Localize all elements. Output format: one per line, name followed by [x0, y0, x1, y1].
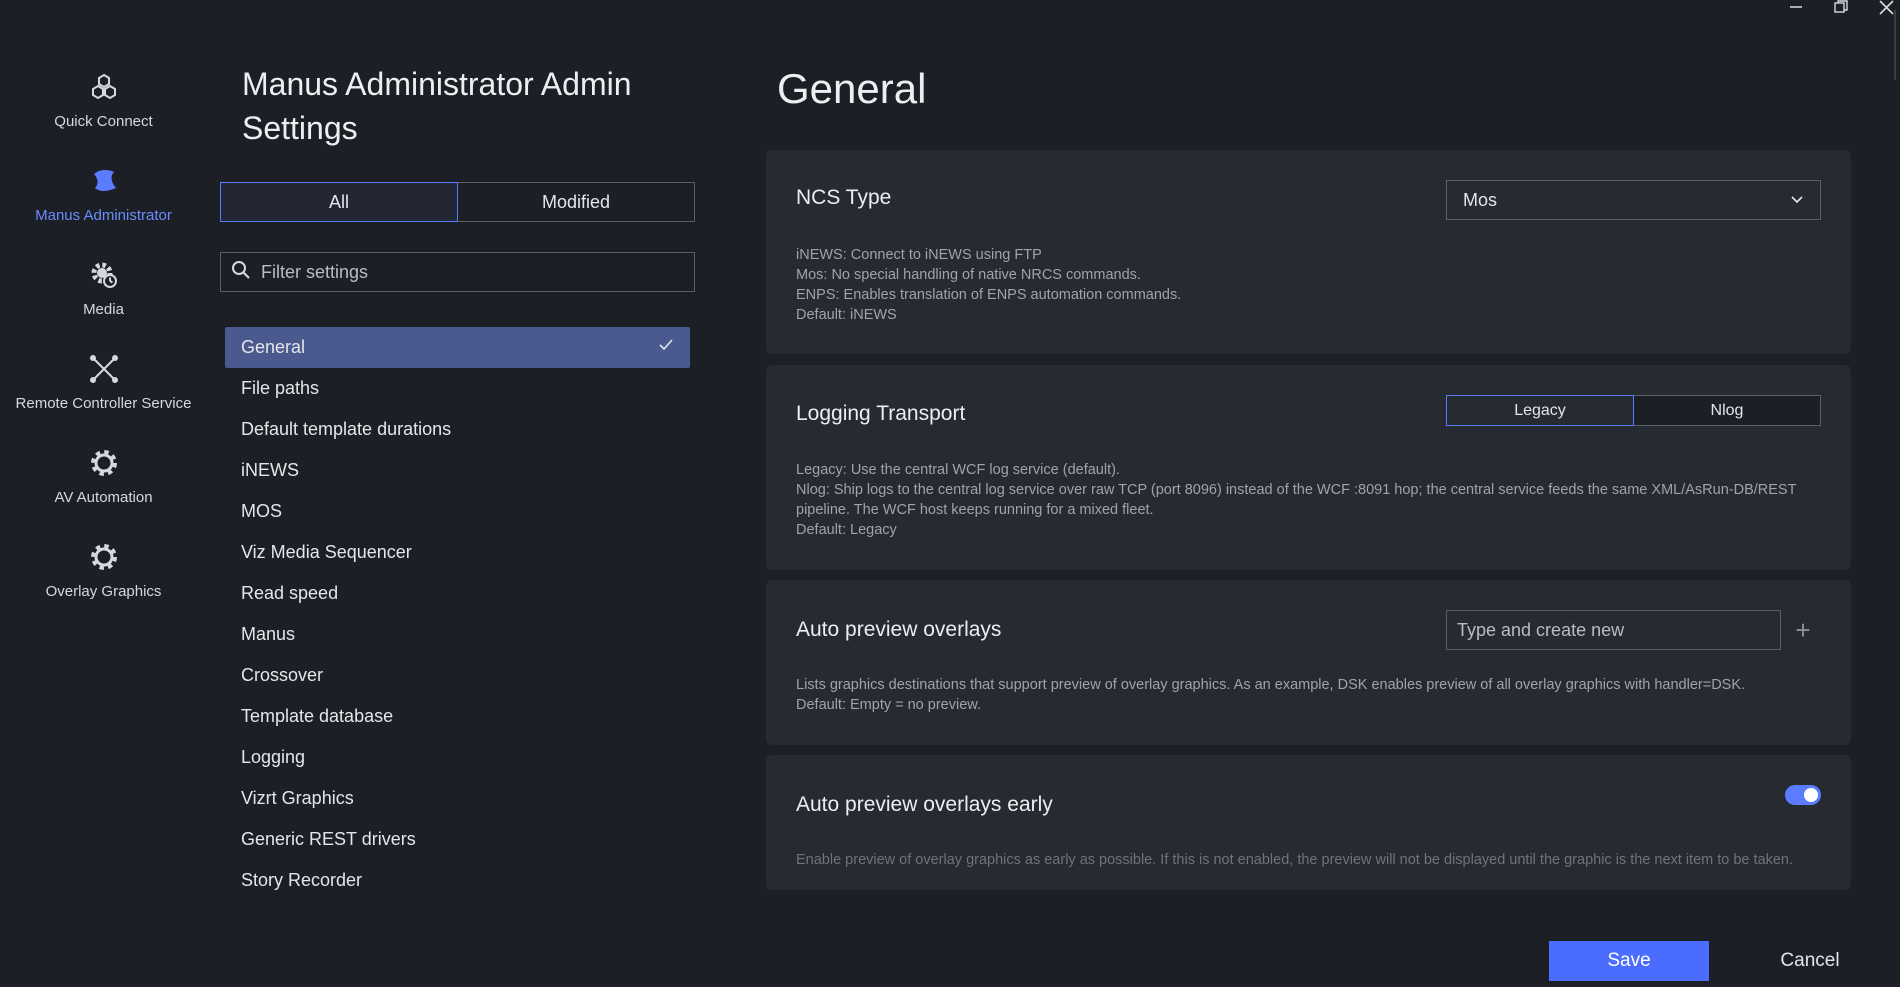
desc-line: Default: iNEWS	[796, 307, 897, 323]
cancel-button[interactable]: Cancel	[1760, 941, 1860, 981]
search-input[interactable]	[261, 261, 681, 283]
search-icon	[231, 260, 251, 285]
app-nav: Quick Connect Manus Administrator Media …	[0, 70, 207, 634]
filter-box	[220, 252, 695, 292]
setting-description: iNEWS: Connect to iNEWS using FTP Mos: N…	[796, 245, 1821, 325]
tab-all[interactable]: All	[220, 182, 458, 222]
setting-ncs-type: NCS Type Mos iNEWS: Connect to iNEWS usi…	[766, 150, 1851, 354]
tab-modified[interactable]: Modified	[458, 182, 695, 222]
category-label: Viz Media Sequencer	[241, 542, 412, 562]
category-inews[interactable]: iNEWS	[225, 450, 690, 491]
desc-line: Lists graphics destinations that support…	[796, 677, 1746, 693]
setting-logging-transport: Logging Transport Legacy Nlog Legacy: Us…	[766, 365, 1851, 570]
tag-input[interactable]	[1457, 619, 1767, 641]
category-crossover[interactable]: Crossover	[225, 655, 690, 696]
category-label: Logging	[241, 747, 306, 767]
toggle-knob	[1804, 788, 1818, 802]
category-story-recorder[interactable]: Story Recorder	[225, 860, 690, 901]
page-title: Manus Administrator Admin Settings	[242, 66, 632, 146]
nav-label: Remote Controller Service	[15, 395, 192, 412]
desc-line: Default: Empty = no preview.	[796, 697, 981, 713]
category-logging[interactable]: Logging	[225, 737, 690, 778]
option-nlog[interactable]: Nlog	[1634, 395, 1821, 426]
category-manus[interactable]: Manus	[225, 614, 690, 655]
nav-label: Quick Connect	[54, 113, 153, 130]
category-label: Vizrt Graphics	[241, 788, 354, 808]
category-label: MOS	[241, 501, 283, 521]
filter-toggle: All Modified	[220, 182, 695, 222]
nav-item-overlay-graphics[interactable]: Overlay Graphics	[0, 540, 207, 634]
nav-item-quick-connect[interactable]: Quick Connect	[0, 70, 207, 164]
media-gear-icon	[87, 258, 121, 292]
overlay-graphics-gear-icon	[87, 540, 121, 574]
logging-transport-toggle: Legacy Nlog	[1446, 395, 1821, 426]
nav-label: Media	[83, 301, 124, 318]
setting-title: Auto preview overlays	[796, 618, 1002, 641]
setting-description: Lists graphics destinations that support…	[796, 675, 1821, 715]
save-button[interactable]: Save	[1549, 941, 1709, 981]
category-default-template-durations[interactable]: Default template durations	[225, 409, 690, 450]
category-label: General	[241, 337, 306, 357]
check-icon	[658, 337, 674, 358]
category-label: Read speed	[241, 583, 339, 603]
app-window: Quick Connect Manus Administrator Media …	[0, 0, 1900, 987]
setting-auto-preview-overlays-early: Auto preview overlays early Enable previ…	[766, 755, 1851, 890]
add-icon[interactable]: +	[1793, 617, 1813, 643]
category-generic-rest-drivers[interactable]: Generic REST drivers	[225, 819, 690, 860]
av-automation-gear-icon	[87, 446, 121, 480]
option-legacy[interactable]: Legacy	[1446, 395, 1634, 426]
nav-label: Manus Administrator	[35, 207, 172, 224]
desc-line: Legacy: Use the central WCF log service …	[796, 462, 1120, 478]
category-label: Generic REST drivers	[241, 829, 416, 849]
nav-item-av-automation[interactable]: AV Automation	[0, 446, 207, 540]
category-label: iNEWS	[241, 460, 299, 480]
minimize-icon[interactable]	[1778, 0, 1814, 14]
desc-line: Mos: No special handling of native NRCS …	[796, 267, 1141, 283]
restore-icon[interactable]	[1823, 0, 1859, 14]
nav-item-manus-administrator[interactable]: Manus Administrator	[0, 164, 207, 258]
desc-line: Nlog: Ship logs to the central log servi…	[796, 482, 1797, 518]
category-label: Story Recorder	[241, 870, 363, 890]
category-label: Template database	[241, 706, 394, 726]
manus-administrator-icon	[87, 164, 121, 198]
setting-description: Enable preview of overlay graphics as ea…	[796, 852, 1794, 868]
nav-item-remote-controller-service[interactable]: Remote Controller Service	[0, 352, 207, 446]
category-file-paths[interactable]: File paths	[225, 368, 690, 409]
setting-auto-preview-overlays: Auto preview overlays + Lists graphics d…	[766, 580, 1851, 745]
category-list: General File paths Default template dura…	[225, 327, 690, 901]
desc-line: iNEWS: Connect to iNEWS using FTP	[796, 247, 1042, 263]
category-label: File paths	[241, 378, 320, 398]
chevron-down-icon	[1790, 190, 1804, 211]
desc-line: ENPS: Enables translation of ENPS automa…	[796, 287, 1182, 303]
category-vizrt-graphics[interactable]: Vizrt Graphics	[225, 778, 690, 819]
desc-line: Default: Legacy	[796, 522, 897, 538]
nav-label: Overlay Graphics	[45, 583, 162, 600]
category-read-speed[interactable]: Read speed	[225, 573, 690, 614]
dropdown-value: Mos	[1463, 189, 1498, 210]
category-mos[interactable]: MOS	[225, 491, 690, 532]
remote-controller-icon	[87, 352, 121, 386]
scrollbar[interactable]	[1894, 10, 1896, 80]
category-label: Manus	[241, 624, 296, 644]
setting-title: Logging Transport	[796, 402, 966, 425]
nav-item-media[interactable]: Media	[0, 258, 207, 352]
setting-description: Legacy: Use the central WCF log service …	[796, 460, 1821, 540]
setting-title: NCS Type	[796, 186, 892, 209]
category-general[interactable]: General	[225, 327, 690, 368]
section-title: General	[777, 65, 927, 112]
setting-title: Auto preview overlays early	[796, 793, 1053, 816]
quick-connect-icon	[87, 70, 121, 104]
toggle-switch[interactable]	[1785, 785, 1821, 805]
category-label: Default template durations	[241, 419, 452, 439]
category-template-database[interactable]: Template database	[225, 696, 690, 737]
nav-label: AV Automation	[54, 489, 153, 506]
category-label: Crossover	[241, 665, 324, 685]
ncs-type-dropdown[interactable]: Mos	[1446, 180, 1821, 220]
tag-input-box	[1446, 610, 1781, 650]
category-viz-media-sequencer[interactable]: Viz Media Sequencer	[225, 532, 690, 573]
